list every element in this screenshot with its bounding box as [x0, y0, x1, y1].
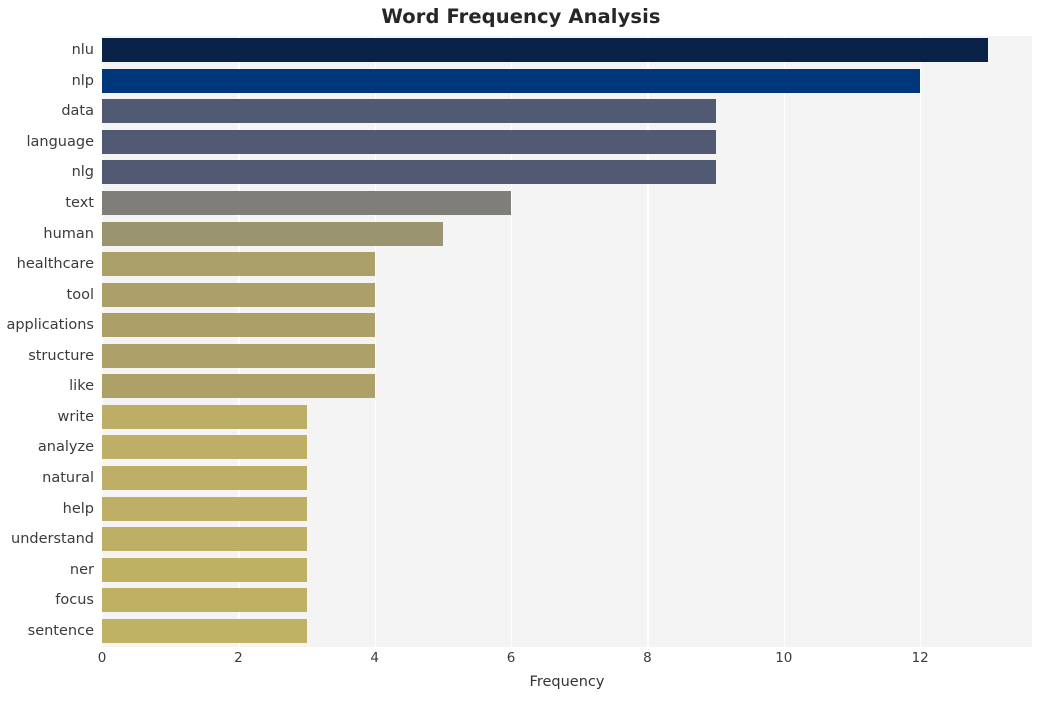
y-tick-analyze: analyze	[37, 439, 94, 456]
bar-row	[102, 128, 1032, 156]
x-tick-4: 4	[370, 650, 380, 666]
bar-language[interactable]	[102, 129, 716, 154]
y-tick-like: like	[69, 378, 94, 395]
y-tick-understand: understand	[11, 531, 94, 548]
bar-data[interactable]	[102, 99, 716, 124]
y-tick-ner: ner	[69, 561, 94, 578]
bar-applications[interactable]	[102, 313, 375, 338]
chart-title: Word Frequency Analysis	[381, 5, 661, 28]
bar-row	[102, 67, 1032, 95]
y-tick-help: help	[62, 500, 94, 517]
bar-nlu[interactable]	[102, 38, 989, 63]
bar-row	[102, 403, 1032, 431]
y-tick-focus: focus	[55, 592, 94, 609]
bar-row	[102, 36, 1032, 64]
bar-text[interactable]	[102, 191, 512, 216]
y-tick-tool: tool	[66, 286, 94, 303]
y-tick-write: write	[57, 408, 94, 425]
plot-area	[102, 36, 1032, 647]
bar-row	[102, 219, 1032, 247]
bar-structure[interactable]	[102, 343, 375, 368]
y-tick-nlg: nlg	[71, 164, 94, 181]
bar-help[interactable]	[102, 496, 307, 521]
bar-row	[102, 555, 1032, 583]
bar-row	[102, 311, 1032, 339]
y-tick-natural: natural	[42, 469, 94, 486]
y-tick-nlu: nlu	[71, 42, 94, 59]
bar-analyze[interactable]	[102, 435, 307, 460]
y-tick-language: language	[26, 133, 94, 150]
bar-focus[interactable]	[102, 588, 307, 613]
chart-figure: Word Frequency Analysis nlu nlp data langua…	[0, 0, 1042, 701]
x-tick-12: 12	[911, 650, 929, 666]
bar-natural[interactable]	[102, 465, 307, 490]
bar-healthcare[interactable]	[102, 252, 375, 277]
bar-write[interactable]	[102, 404, 307, 429]
y-tick-applications: applications	[6, 317, 94, 334]
x-axis-tick-labels: 0 2 4 6 8 10 12	[98, 650, 1032, 672]
bar-sentence[interactable]	[102, 618, 307, 643]
y-tick-structure: structure	[28, 347, 94, 364]
bar-tool[interactable]	[102, 282, 375, 307]
x-tick-2: 2	[234, 650, 243, 666]
bar-human[interactable]	[102, 221, 443, 246]
x-tick-10: 10	[775, 650, 793, 666]
y-tick-sentence: sentence	[27, 622, 94, 639]
bar-row	[102, 586, 1032, 614]
bar-row	[102, 464, 1032, 492]
bar-row	[102, 97, 1032, 125]
bar-understand[interactable]	[102, 527, 307, 552]
x-tick-8: 8	[643, 650, 652, 666]
bar-row	[102, 342, 1032, 370]
bar-row	[102, 494, 1032, 522]
bar-row	[102, 189, 1032, 217]
bar-row	[102, 158, 1032, 186]
bar-row	[102, 525, 1032, 553]
bar-row	[102, 280, 1032, 308]
bar-row	[102, 372, 1032, 400]
bar-row	[102, 433, 1032, 461]
bar-nlp[interactable]	[102, 68, 921, 93]
y-tick-data: data	[61, 103, 94, 120]
bar-nlg[interactable]	[102, 160, 716, 185]
y-tick-healthcare: healthcare	[16, 256, 94, 273]
bar-like[interactable]	[102, 374, 375, 399]
y-tick-human: human	[43, 225, 94, 242]
y-tick-text: text	[65, 195, 94, 212]
y-tick-nlp: nlp	[71, 72, 94, 89]
x-tick-6: 6	[506, 650, 516, 666]
x-tick-0: 0	[97, 650, 107, 666]
bar-row	[102, 250, 1032, 278]
x-axis-label: Frequency	[529, 674, 605, 690]
bar-ner[interactable]	[102, 557, 307, 582]
bar-row	[102, 616, 1032, 644]
y-axis-tick-labels: nlu nlp data language nlg text human healthcare…	[0, 36, 94, 647]
